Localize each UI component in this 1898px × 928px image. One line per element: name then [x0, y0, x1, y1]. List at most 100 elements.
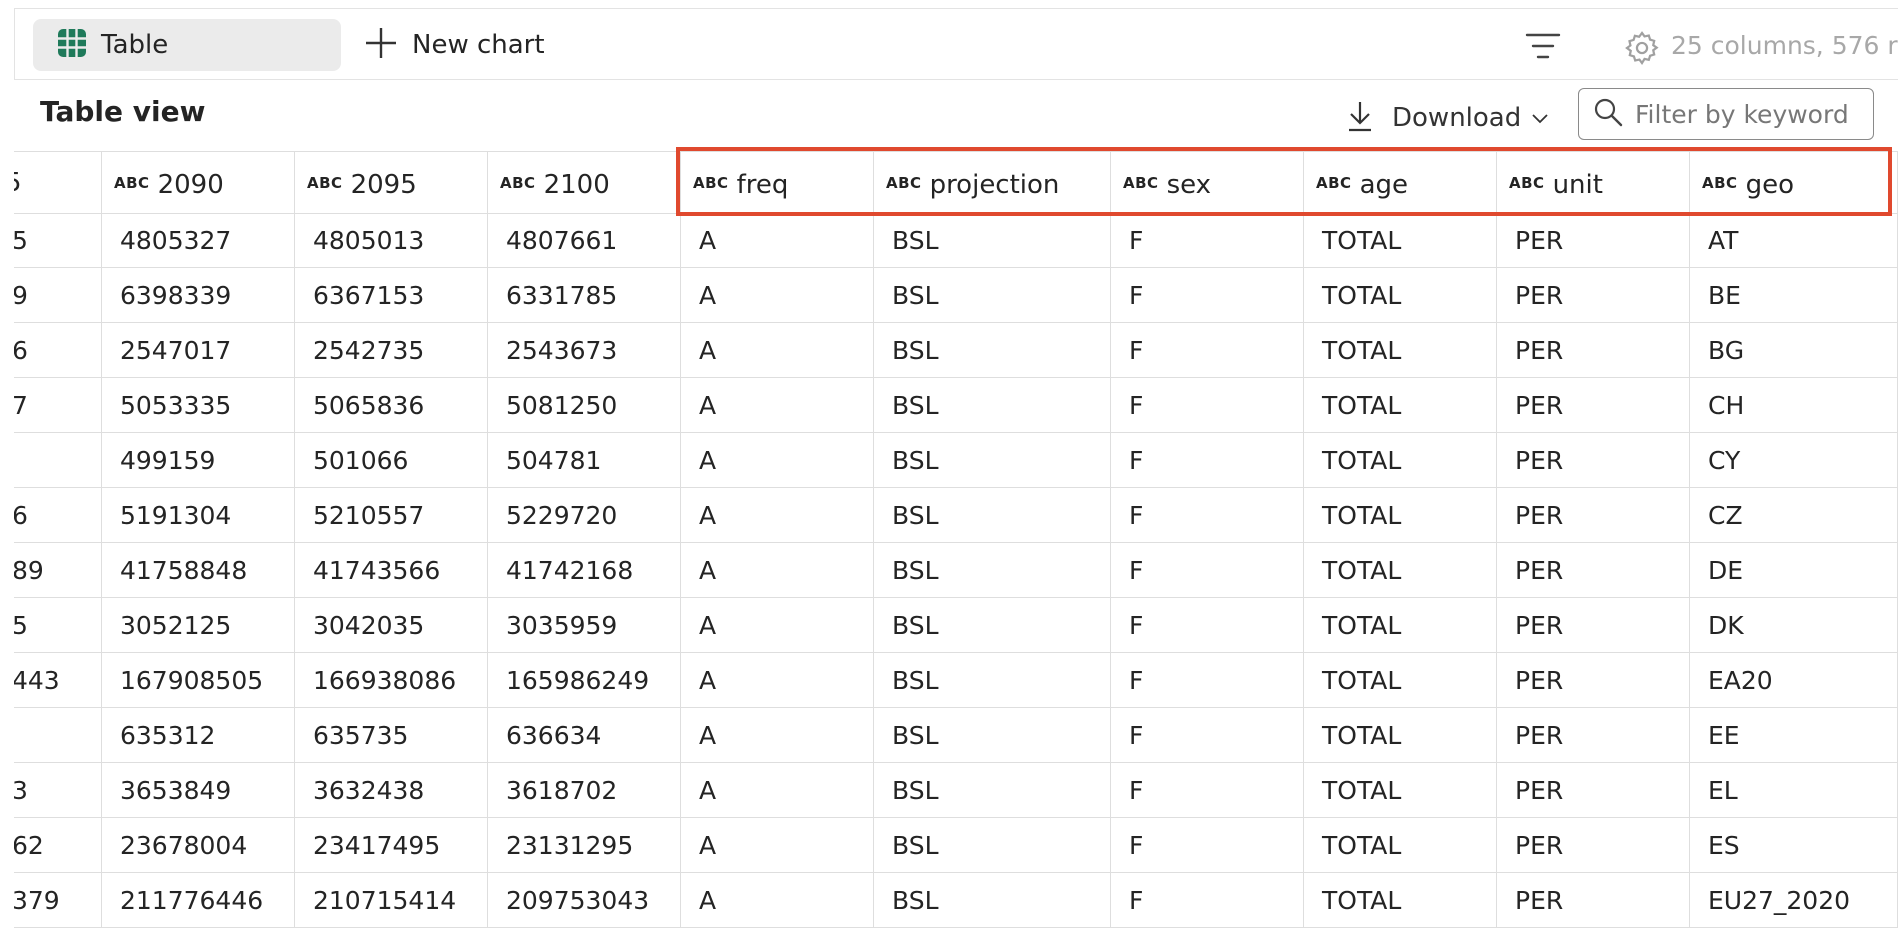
- table-cell[interactable]: F: [1111, 323, 1304, 378]
- table-cell[interactable]: TOTAL: [1304, 543, 1497, 598]
- table-cell[interactable]: A: [681, 213, 874, 268]
- table-cell[interactable]: PER: [1497, 433, 1690, 488]
- table-cell[interactable]: BSL: [874, 763, 1111, 818]
- table-cell[interactable]: BSL: [874, 433, 1111, 488]
- table-cell[interactable]: F: [1111, 488, 1304, 543]
- table-row[interactable]: 3365384936324383618702ABSLFTOTALPEREL: [14, 763, 1898, 818]
- table-cell[interactable]: TOTAL: [1304, 488, 1497, 543]
- table-cell[interactable]: 504781: [488, 433, 681, 488]
- table-cell[interactable]: A: [681, 873, 874, 928]
- table-cell[interactable]: EE: [1690, 708, 1898, 763]
- table-row[interactable]: 379 211776446 210715414 209753043 A BSL F TOTAL…: [14, 873, 1898, 928]
- table-cell[interactable]: 501066: [295, 433, 488, 488]
- table-cell[interactable]: TOTAL: [1304, 873, 1497, 928]
- search-box[interactable]: [1578, 88, 1874, 140]
- table-cell[interactable]: 167908505: [102, 653, 295, 708]
- table-cell[interactable]: TOTAL: [1304, 213, 1497, 268]
- table-cell[interactable]: A: [681, 708, 874, 763]
- table-cell[interactable]: 499159: [102, 433, 295, 488]
- table-cell[interactable]: ES: [1690, 818, 1898, 873]
- table-cell[interactable]: A: [681, 653, 874, 708]
- table-cell[interactable]: PER: [1497, 763, 1690, 818]
- table-cell[interactable]: F: [1111, 543, 1304, 598]
- table-cell[interactable]: DE: [1690, 543, 1898, 598]
- table-cell[interactable]: 635735: [295, 708, 488, 763]
- table-cell[interactable]: [14, 708, 102, 763]
- table-cell[interactable]: 41743566: [295, 543, 488, 598]
- table-cell[interactable]: TOTAL: [1304, 653, 1497, 708]
- table-cell[interactable]: BSL: [874, 543, 1111, 598]
- table-cell[interactable]: A: [681, 378, 874, 433]
- table-cell[interactable]: AT: [1690, 213, 1898, 268]
- table-cell[interactable]: 3: [14, 763, 102, 818]
- table-cell[interactable]: 5: [14, 598, 102, 653]
- table-cell[interactable]: F: [1111, 873, 1304, 928]
- table-cell[interactable]: 2542735: [295, 323, 488, 378]
- table-row[interactable]: 5480532748050134807661ABSLFTOTALPERAT: [14, 213, 1898, 268]
- table-cell[interactable]: 5065836: [295, 378, 488, 433]
- table-cell[interactable]: 636634: [488, 708, 681, 763]
- table-cell[interactable]: BSL: [874, 873, 1111, 928]
- table-row[interactable]: 6519130452105575229720ABSLFTOTALPERCZ: [14, 488, 1898, 543]
- table-cell[interactable]: F: [1111, 213, 1304, 268]
- table-cell[interactable]: F: [1111, 268, 1304, 323]
- table-cell[interactable]: TOTAL: [1304, 598, 1497, 653]
- table-cell[interactable]: TOTAL: [1304, 708, 1497, 763]
- table-cell[interactable]: BSL: [874, 213, 1111, 268]
- table-cell[interactable]: BSL: [874, 708, 1111, 763]
- table-cell[interactable]: 4807661: [488, 213, 681, 268]
- table-cell[interactable]: 7: [14, 378, 102, 433]
- table-cell[interactable]: 89: [14, 543, 102, 598]
- table-cell[interactable]: 5081250: [488, 378, 681, 433]
- table-cell[interactable]: 23417495: [295, 818, 488, 873]
- table-cell[interactable]: 6: [14, 323, 102, 378]
- column-header-2100[interactable]: ABC 2100: [488, 152, 681, 214]
- column-header-sex[interactable]: ABC sex: [1111, 152, 1304, 214]
- table-cell[interactable]: PER: [1497, 378, 1690, 433]
- table-cell[interactable]: PER: [1497, 873, 1690, 928]
- table-cell[interactable]: PER: [1497, 268, 1690, 323]
- table-row[interactable]: 499159 501066 504781 A BSL F TOTAL PER CY: [14, 433, 1898, 488]
- table-cell[interactable]: TOTAL: [1304, 763, 1497, 818]
- table-row[interactable]: 6254701725427352543673ABSLFTOTALPERBG: [14, 323, 1898, 378]
- table-row[interactable]: 443 167908505 166938086 165986249 A BSL F TOTAL…: [14, 653, 1898, 708]
- table-cell[interactable]: 2547017: [102, 323, 295, 378]
- table-cell[interactable]: A: [681, 543, 874, 598]
- table-cell[interactable]: BSL: [874, 818, 1111, 873]
- table-cell[interactable]: BSL: [874, 488, 1111, 543]
- table-cell[interactable]: 209753043: [488, 873, 681, 928]
- table-cell[interactable]: 211776446: [102, 873, 295, 928]
- table-cell[interactable]: EL: [1690, 763, 1898, 818]
- table-cell[interactable]: TOTAL: [1304, 818, 1497, 873]
- table-cell[interactable]: 379: [14, 873, 102, 928]
- table-row[interactable]: 89 41758848 41743566 41742168 A BSL F TOTAL PER D…: [14, 543, 1898, 598]
- table-cell[interactable]: 23131295: [488, 818, 681, 873]
- table-cell[interactable]: F: [1111, 763, 1304, 818]
- column-header-unit[interactable]: ABC unit: [1497, 152, 1690, 214]
- column-header-partial[interactable]: 5: [14, 152, 102, 214]
- table-cell[interactable]: PER: [1497, 213, 1690, 268]
- table-cell[interactable]: 5: [14, 213, 102, 268]
- table-cell[interactable]: 2543673: [488, 323, 681, 378]
- table-cell[interactable]: 41742168: [488, 543, 681, 598]
- table-cell[interactable]: EU27_2020: [1690, 873, 1898, 928]
- table-cell[interactable]: PER: [1497, 708, 1690, 763]
- table-cell[interactable]: 5053335: [102, 378, 295, 433]
- table-cell[interactable]: F: [1111, 708, 1304, 763]
- table-cell[interactable]: A: [681, 598, 874, 653]
- search-input[interactable]: [1633, 98, 1857, 130]
- table-cell[interactable]: 6367153: [295, 268, 488, 323]
- table-cell[interactable]: PER: [1497, 488, 1690, 543]
- column-header-projection[interactable]: ABC projection: [874, 152, 1111, 214]
- table-cell[interactable]: TOTAL: [1304, 268, 1497, 323]
- table-cell[interactable]: 4805327: [102, 213, 295, 268]
- table-cell[interactable]: PER: [1497, 543, 1690, 598]
- table-cell[interactable]: BSL: [874, 653, 1111, 708]
- column-header-freq[interactable]: ABC freq: [681, 152, 874, 214]
- table-cell[interactable]: EA20: [1690, 653, 1898, 708]
- table-cell[interactable]: 23678004: [102, 818, 295, 873]
- column-header-age[interactable]: ABC age: [1304, 152, 1497, 214]
- table-cell[interactable]: 210715414: [295, 873, 488, 928]
- table-cell[interactable]: TOTAL: [1304, 323, 1497, 378]
- table-cell[interactable]: 3632438: [295, 763, 488, 818]
